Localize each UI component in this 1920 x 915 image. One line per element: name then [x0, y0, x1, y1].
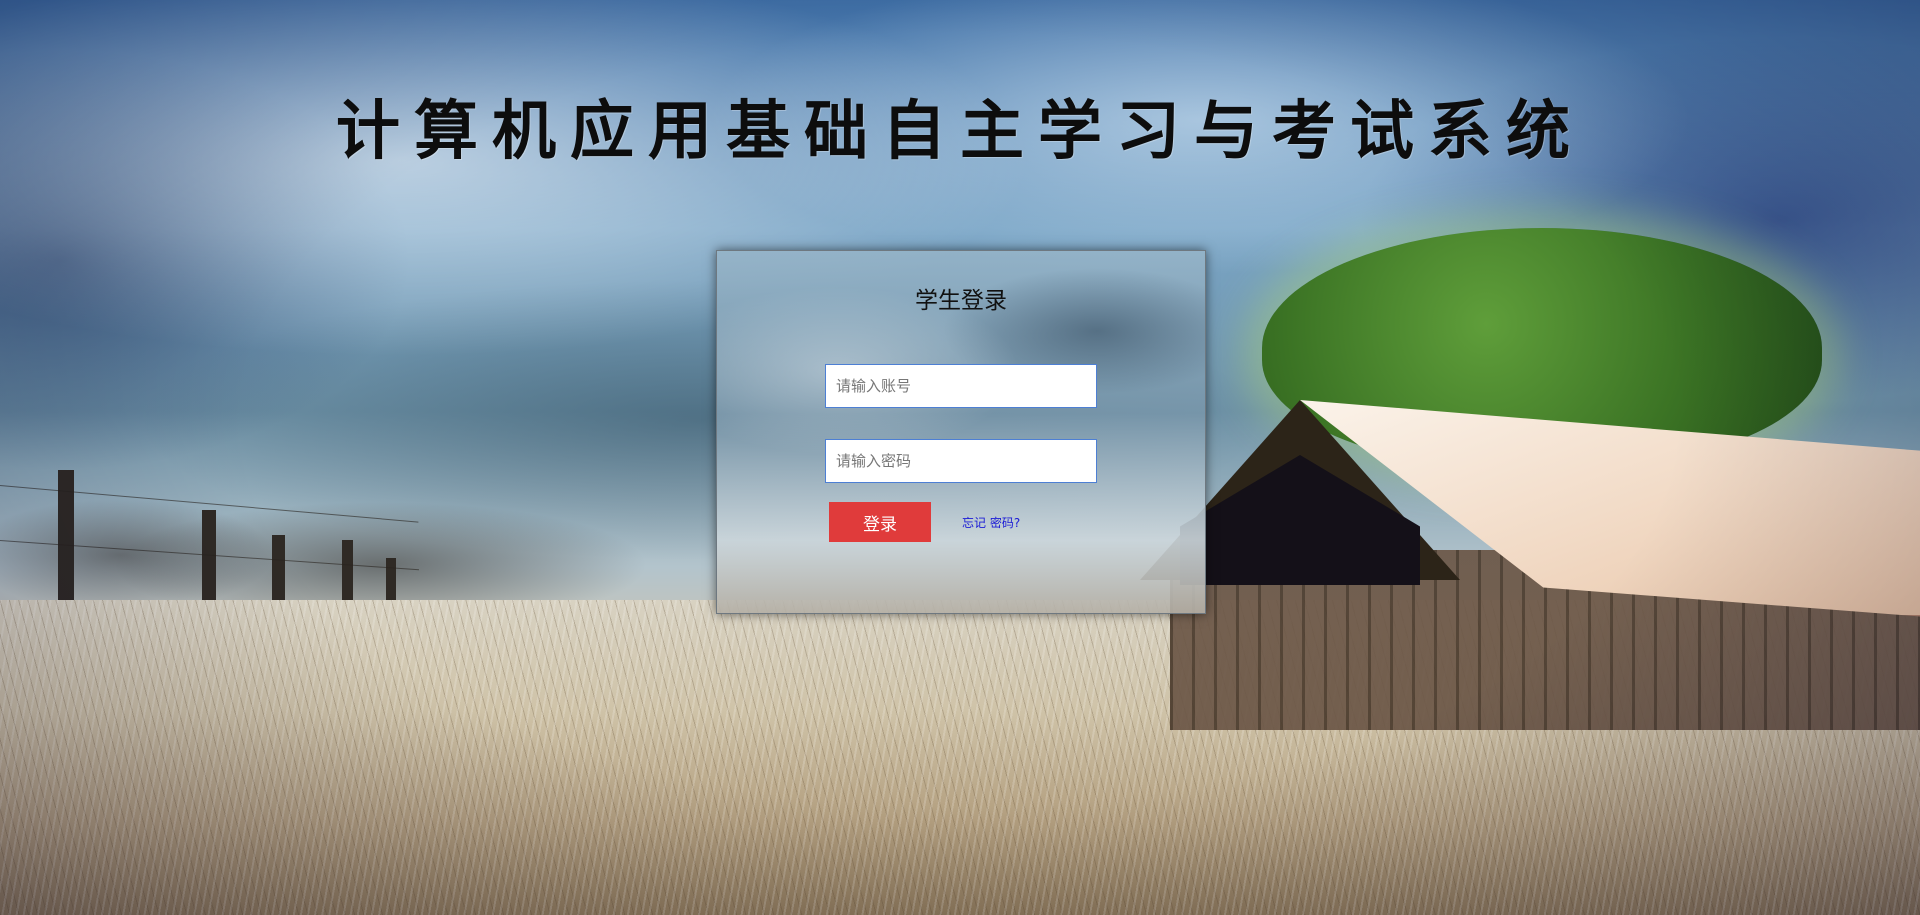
login-panel: 学生登录 登录 忘记 密码? — [716, 250, 1206, 614]
login-page: 计算机应用基础自主学习与考试系统 学生登录 登录 忘记 密码? — [0, 0, 1920, 915]
login-title: 学生登录 — [915, 288, 1007, 314]
forgot-password-link[interactable]: 忘记 密码? — [962, 514, 1020, 531]
account-input[interactable] — [825, 364, 1097, 408]
page-title: 计算机应用基础自主学习与考试系统 — [336, 95, 1584, 169]
login-button[interactable]: 登录 — [829, 502, 931, 542]
password-input[interactable] — [825, 439, 1097, 483]
